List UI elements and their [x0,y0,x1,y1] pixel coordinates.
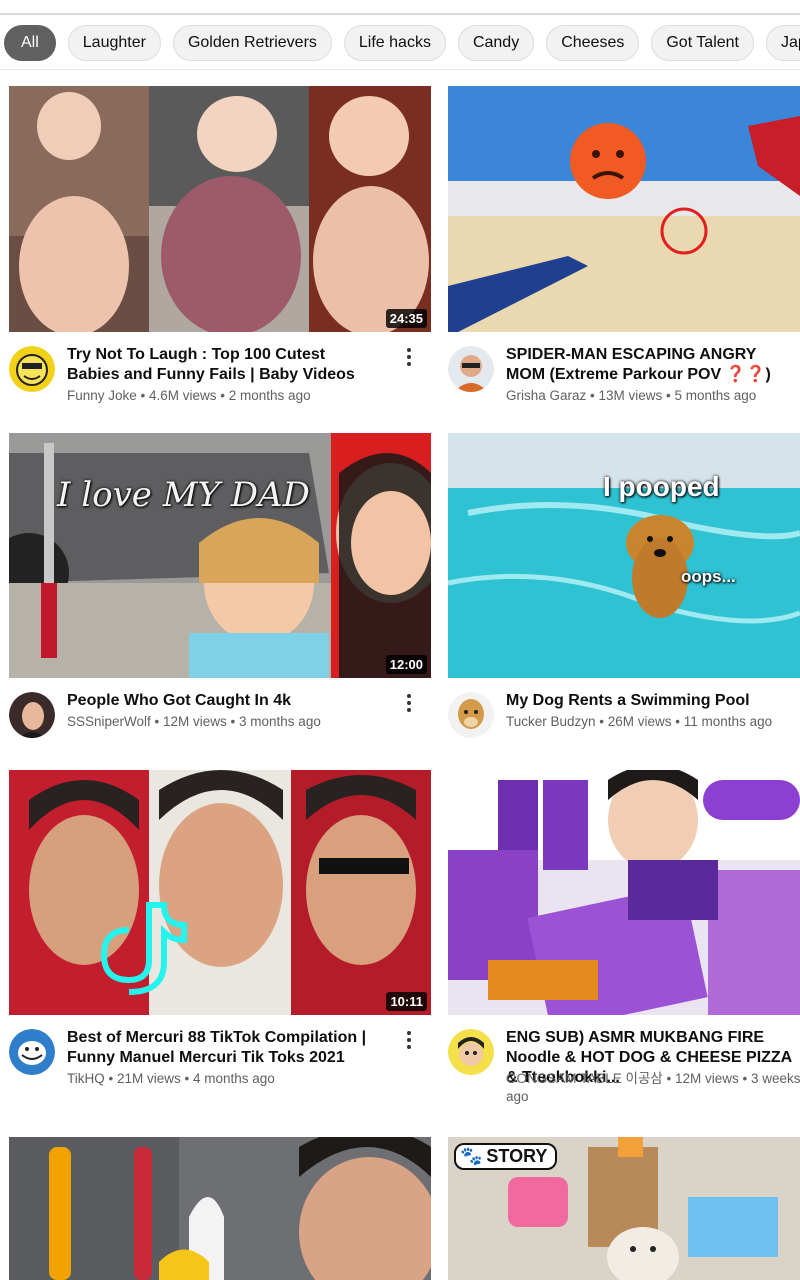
toothbrush-thumbnail-image [9,1137,431,1280]
video-card[interactable] [9,1137,431,1280]
video-card[interactable]: SPIDER-MAN ESCAPING ANGRY MOM (Extreme P… [448,86,800,422]
video-duration: 10:11 [386,992,427,1011]
story-badge-label: STORY [486,1146,548,1166]
paw-icon: 🐾 [460,1146,483,1166]
video-thumbnail[interactable] [448,86,800,332]
channel-name[interactable]: SSSniperWolf [67,714,151,729]
chip-life-hacks[interactable]: Life hacks [343,24,446,61]
video-channel-and-stats: Grisha Garaz • 13M views • 5 months ago [506,388,757,403]
chip-golden-retrievers[interactable]: Golden Retrievers [172,24,332,61]
channel-name[interactable]: GONGSAM TABLE 이공삼 [506,1071,663,1086]
video-channel-and-stats: SSSniperWolf • 12M views • 3 months ago [67,714,321,729]
chip-all[interactable]: All [4,24,56,61]
video-stats-continued: ago [506,1089,529,1104]
spiderman-thumbnail-image [448,86,800,332]
filter-chip-bar: All Laughter Golden Retrievers Life hack… [0,16,800,70]
babies-thumbnail-image [9,86,431,332]
video-card[interactable]: 🐾 STORY [448,1137,800,1280]
video-thumbnail[interactable]: 24:35 [9,86,431,332]
thumbnail-overlay-text: I pooped [603,471,720,502]
thumbnail-overlay-text-secondary: oops... [681,567,736,586]
chip-got-talent[interactable]: Got Talent [651,24,754,61]
dog-pool-thumbnail-image [448,433,800,678]
video-thumbnail[interactable]: I love MY DAD 12:00 [9,433,431,678]
channel-name[interactable]: TikHQ [67,1071,105,1086]
video-thumbnail[interactable] [9,1137,431,1280]
video-duration: 12:00 [385,655,427,674]
more-options-icon[interactable] [401,346,417,370]
video-card[interactable]: I pooped oops... My Dog Rents a Swimming… [448,433,800,768]
video-channel-and-stats: TikHQ • 21M views • 4 months ago [67,1071,275,1086]
video-title[interactable]: Best of Mercuri 88 TikTok Compilation | … [67,1028,367,1068]
video-card[interactable]: ENG SUB) ASMR MUKBANG FIRE Noodle & HOT … [448,770,800,1105]
video-card[interactable]: 10:11 Best of Mercuri 88 TikTok Compilat… [9,770,431,1105]
video-stats: 21M views • 4 months ago [116,1071,275,1086]
video-stats: 13M views • 5 months ago [598,388,757,403]
more-options-icon[interactable] [401,1029,417,1053]
video-channel-and-stats: Funny Joke • 4.6M views • 2 months ago [67,388,311,403]
video-card[interactable]: I love MY DAD 12:00 People Who Got Caugh… [9,433,431,768]
chip-laughter[interactable]: Laughter [67,24,161,61]
video-thumbnail[interactable]: I pooped oops... [448,433,800,678]
video-title[interactable]: Try Not To Laugh : Top 100 Cutest Babies… [67,345,367,385]
channel-avatar-golden-dog-icon[interactable] [448,692,494,738]
channel-avatar-woman-portrait-icon[interactable] [9,692,55,738]
chip-japan[interactable]: Jap [766,24,800,61]
video-title[interactable]: People Who Got Caught In 4k [67,691,367,711]
video-thumbnail[interactable]: 10:11 [9,770,431,1015]
video-title[interactable]: SPIDER-MAN ESCAPING ANGRY MOM (Extreme P… [506,345,786,385]
channel-name[interactable]: Funny Joke [67,388,137,403]
video-title[interactable]: My Dog Rents a Swimming Pool [506,691,786,711]
channel-avatar-cartoon-boy-icon[interactable] [448,1029,494,1075]
video-stats: 26M views • 11 months ago [607,714,773,729]
chip-cheeses[interactable]: Cheeses [546,24,640,61]
channel-avatar-person-sunglasses-icon[interactable] [448,346,494,392]
video-channel-and-stats: Tucker Budzyn • 26M views • 11 months ag… [506,714,773,729]
video-thumbnail[interactable] [448,770,800,1015]
tiktok-compilation-thumbnail-image [9,770,431,1015]
mukbang-thumbnail-image [448,770,800,1015]
channel-avatar-yellow-cartoon-face-icon[interactable] [9,346,55,392]
video-stats: 12M views • 3 months ago [163,714,321,729]
top-divider [0,0,800,15]
thumbnail-overlay-text: I love MY DAD [57,475,310,515]
more-options-icon[interactable] [401,692,417,716]
video-stats: 12M views • 3 weeks [675,1071,800,1086]
channel-name[interactable]: Tucker Budzyn [506,714,596,729]
channel-avatar-troll-face-icon[interactable] [9,1029,55,1075]
caught-in-4k-thumbnail-image [9,433,431,678]
story-badge: 🐾 STORY [454,1143,558,1170]
video-thumbnail[interactable]: 🐾 STORY [448,1137,800,1280]
channel-name[interactable]: Grisha Garaz [506,388,586,403]
video-card[interactable]: 24:35 Try Not To Laugh : Top 100 Cutest … [9,86,431,422]
video-channel-and-stats: GONGSAM TABLE 이공삼 • 12M views • 3 weeks [506,1071,800,1086]
chip-candy[interactable]: Candy [457,24,535,61]
video-duration: 24:35 [385,309,427,328]
video-stats: 4.6M views • 2 months ago [149,388,311,403]
